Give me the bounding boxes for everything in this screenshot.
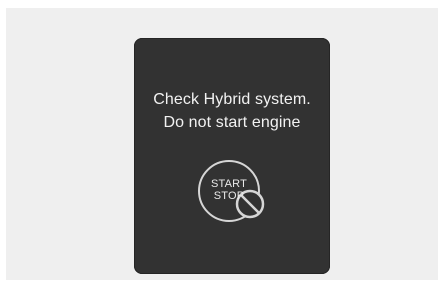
illustration-frame: Check Hybrid system. Do not start engine… — [6, 8, 438, 280]
warning-message-line1: Check Hybrid system. — [153, 91, 311, 108]
start-label: START — [210, 178, 248, 190]
start-stop-button-graphic: START STOP — [196, 158, 266, 224]
warning-message-line2: Do not start engine — [163, 114, 301, 131]
warning-message: Check Hybrid system. Do not start engine — [134, 88, 330, 134]
cluster-display: Check Hybrid system. Do not start engine… — [134, 38, 330, 274]
stop-label: STOP — [213, 190, 245, 202]
